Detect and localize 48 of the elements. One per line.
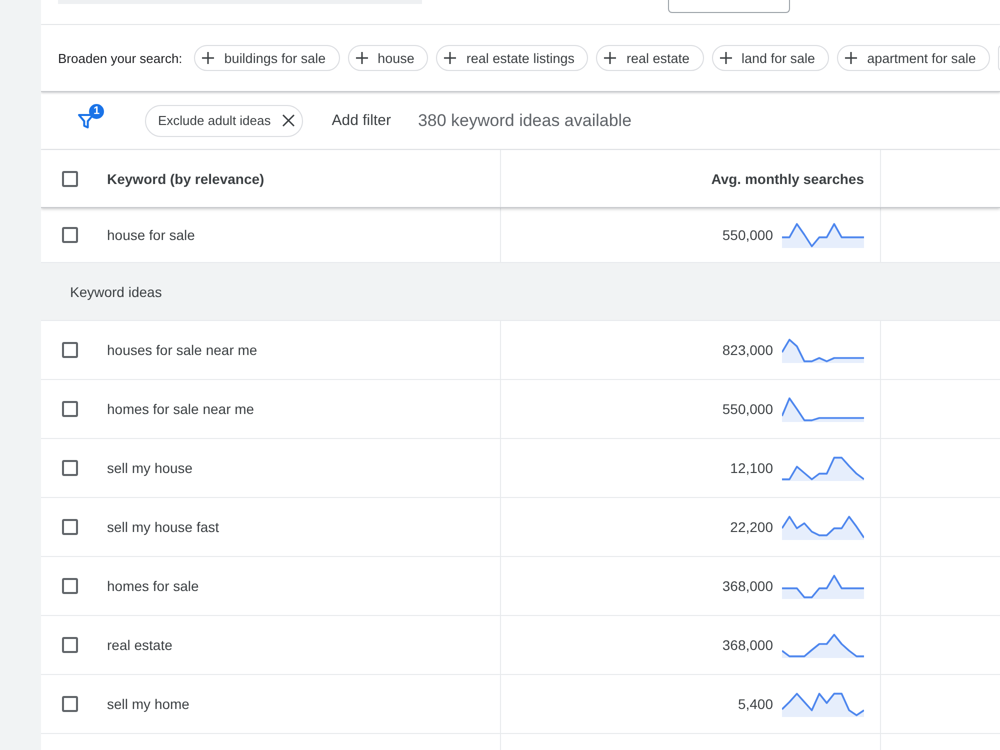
section-heading: Keyword ideas [41, 263, 1000, 321]
plus-icon [845, 52, 858, 64]
row-checkbox[interactable] [62, 578, 78, 594]
outlined-button[interactable] [668, 0, 790, 13]
row-checkbox[interactable] [62, 696, 78, 712]
close-icon[interactable] [282, 114, 295, 127]
plus-icon [202, 52, 214, 64]
suggestion-chip[interactable]: house [348, 45, 428, 71]
suggestion-chip[interactable]: real estate listings [436, 45, 588, 71]
keyword-text: sell my home [107, 696, 190, 712]
broaden-search-label: Broaden your search: [58, 50, 182, 66]
row-checkbox[interactable] [62, 227, 78, 243]
keyword-text: real estate [107, 637, 172, 653]
filter-icon[interactable] [78, 114, 94, 128]
keyword-text: house for sale [107, 227, 195, 243]
keyword-text: houses for sale near me [107, 342, 258, 358]
plus-icon [444, 52, 456, 64]
search-volume: 5,400 [738, 696, 773, 712]
select-all-checkbox[interactable] [62, 170, 78, 186]
search-volume: 12,100 [730, 460, 773, 476]
search-volume: 823,000 [722, 342, 773, 358]
plus-icon [604, 52, 616, 64]
search-volume: 550,000 [722, 401, 773, 417]
plus-icon [356, 52, 368, 64]
keyword-text: homes for sale near me [107, 401, 254, 417]
row-checkbox[interactable] [62, 637, 78, 653]
plus-icon [720, 52, 732, 64]
search-volume: 22,200 [730, 519, 773, 535]
row-checkbox[interactable] [62, 342, 78, 358]
row-checkbox[interactable] [62, 401, 78, 417]
search-volume: 550,000 [722, 227, 773, 243]
keyword-text: sell my house [107, 460, 193, 476]
row-checkbox[interactable] [62, 519, 78, 535]
column-header[interactable]: Avg. monthly searches [711, 170, 864, 186]
search-volume: 368,000 [722, 578, 773, 594]
suggestion-chip[interactable]: land for sale [712, 45, 830, 71]
search-volume: 368,000 [722, 637, 773, 653]
keyword-text: homes for sale [107, 578, 199, 594]
column-header[interactable]: Keyword (by relevance) [107, 170, 264, 186]
add-filter-button[interactable]: Add filter [332, 112, 391, 129]
filter-chip[interactable]: Exclude adult ideas [145, 104, 303, 136]
results-count: 380 keyword ideas available [418, 110, 632, 130]
suggestion-chip[interactable]: apartment for sale [837, 45, 990, 71]
row-checkbox[interactable] [62, 460, 78, 476]
keyword-text: sell my house fast [107, 519, 220, 535]
filter-count-badge: 1 [89, 104, 104, 118]
suggestion-chip[interactable]: real estate [596, 45, 704, 71]
suggestion-chip[interactable]: buildings for sale [194, 45, 340, 71]
